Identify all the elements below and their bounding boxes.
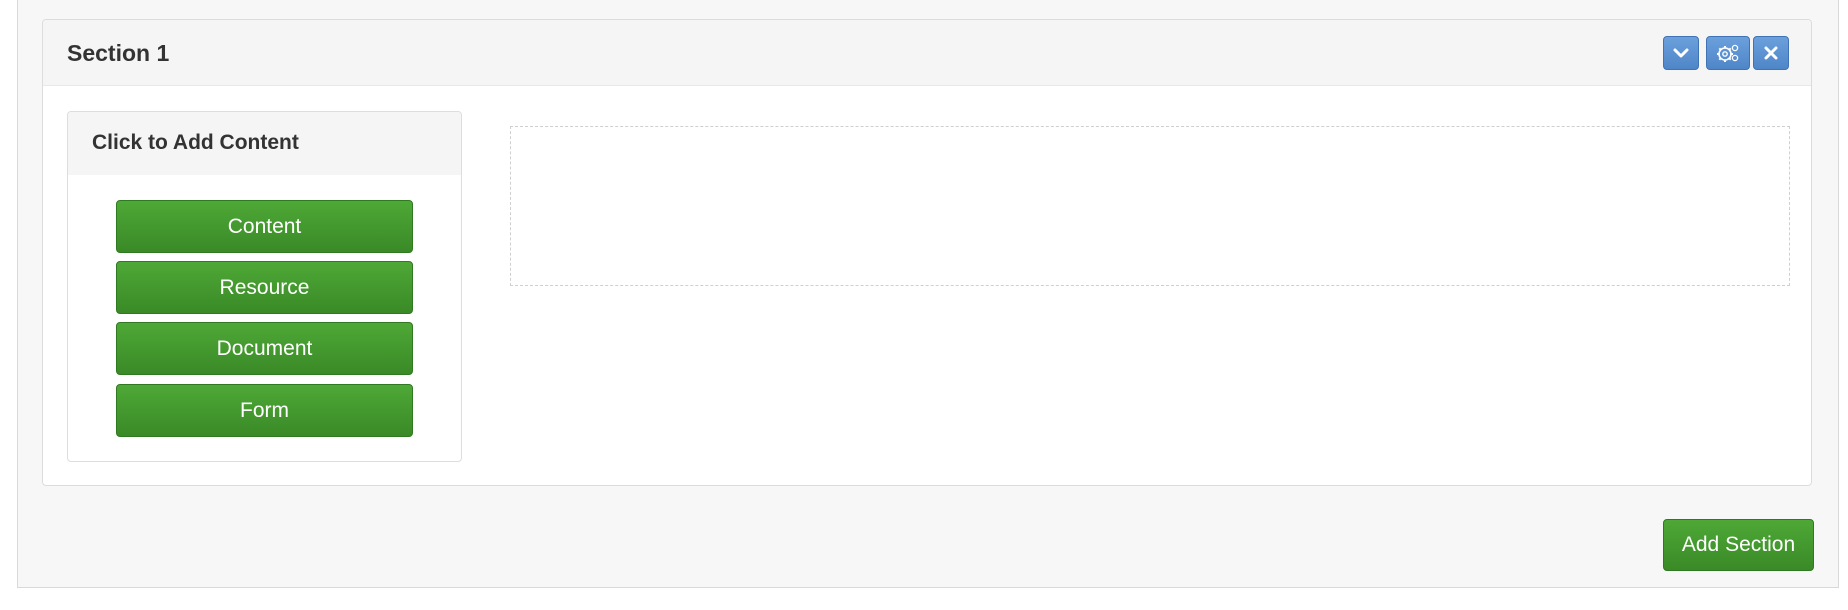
content-drop-zone[interactable] xyxy=(510,126,1790,286)
add-document-button[interactable]: Document xyxy=(116,322,413,375)
section-title: Section 1 xyxy=(67,40,170,66)
add-form-button[interactable]: Form xyxy=(116,384,413,437)
section-panel: Section 1 Click to Add Content Content R… xyxy=(42,19,1812,486)
collapse-section-button[interactable] xyxy=(1663,36,1699,70)
add-resource-button[interactable]: Resource xyxy=(116,261,413,314)
add-content-panel: Click to Add Content Content Resource Do… xyxy=(67,111,462,462)
add-content-header: Click to Add Content xyxy=(68,112,461,175)
remove-section-button[interactable] xyxy=(1753,36,1789,70)
gears-icon xyxy=(1715,43,1741,63)
add-content-title: Click to Add Content xyxy=(92,131,299,154)
section-header: Section 1 xyxy=(43,20,1811,86)
add-section-button[interactable]: Add Section xyxy=(1663,519,1814,571)
add-content-button[interactable]: Content xyxy=(116,200,413,253)
chevron-down-icon xyxy=(1673,47,1689,59)
section-settings-button[interactable] xyxy=(1706,36,1750,70)
close-icon xyxy=(1764,46,1778,60)
